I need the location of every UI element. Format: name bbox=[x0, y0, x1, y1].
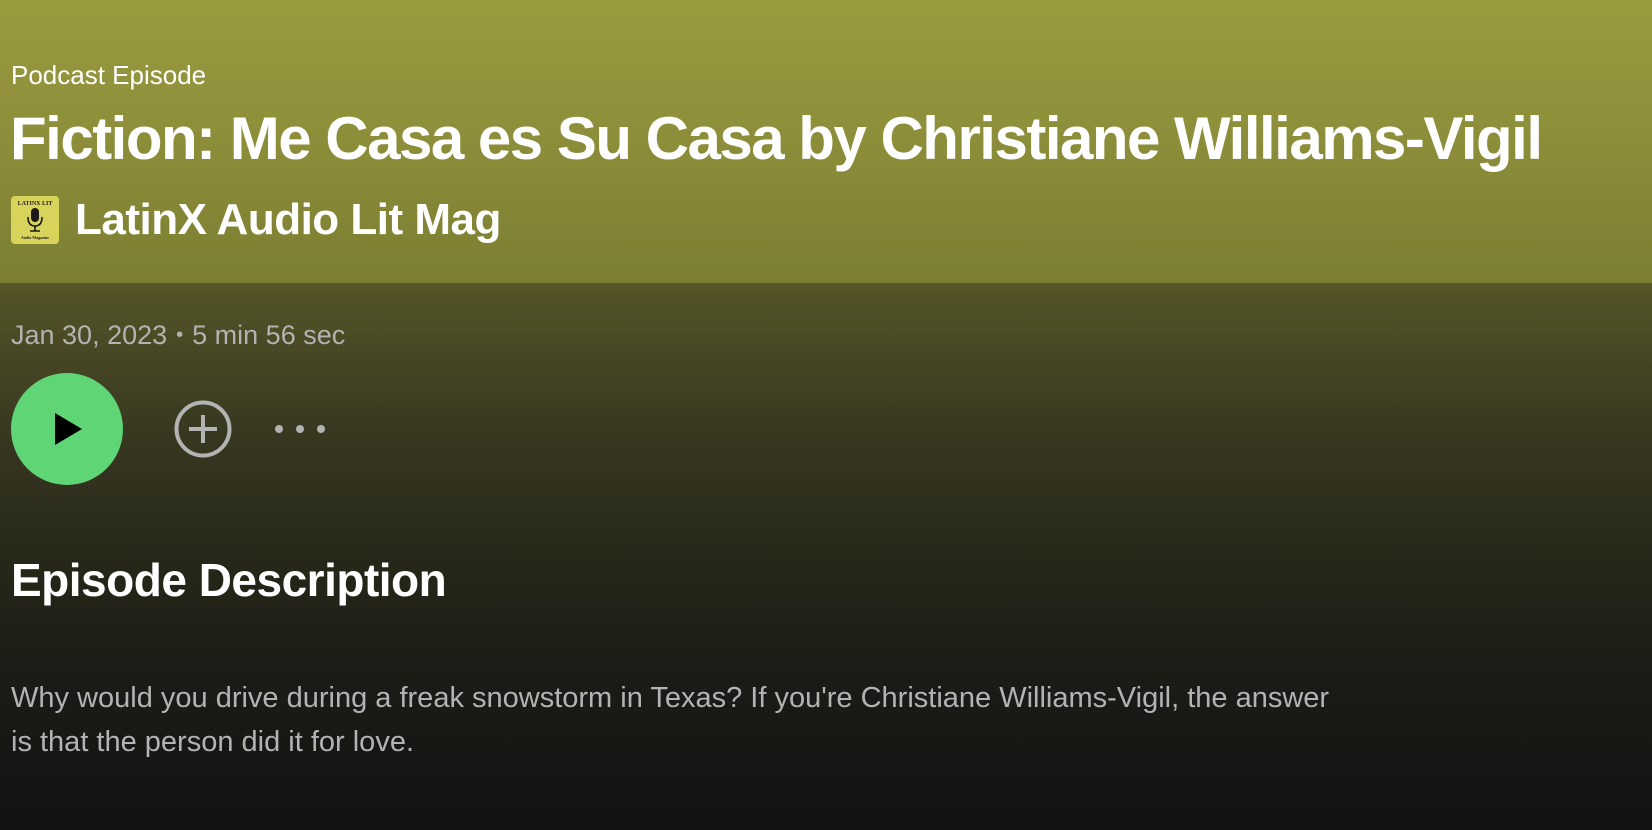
episode-type-label: Podcast Episode bbox=[11, 60, 207, 90]
more-options-button[interactable] bbox=[274, 409, 328, 449]
show-artwork: LATINX LIT Audio Magazine bbox=[11, 196, 59, 244]
episode-title: Fiction: Me Casa es Su Casa by Christian… bbox=[10, 105, 1543, 172]
play-button[interactable] bbox=[11, 373, 123, 485]
episode-duration: 5 min 56 sec bbox=[192, 320, 346, 350]
show-art-bottom-text: Audio Magazine bbox=[21, 235, 49, 240]
episode-description: Why would you drive during a freak snows… bbox=[11, 682, 1330, 758]
episode-date: Jan 30, 2023 bbox=[11, 320, 168, 350]
show-link[interactable]: LATINX LIT Audio Magazine LatinX Audio L… bbox=[11, 195, 501, 245]
show-art-top-text: LATINX LIT bbox=[18, 201, 53, 207]
more-horizontal-icon bbox=[275, 425, 325, 433]
episode-meta: Jan 30, 2023 • 5 min 56 sec bbox=[11, 320, 345, 351]
show-name[interactable]: LatinX Audio Lit Mag bbox=[75, 195, 501, 245]
plus-circle-icon bbox=[174, 400, 232, 458]
description-heading: Episode Description bbox=[11, 554, 447, 606]
microphone-icon bbox=[27, 208, 43, 232]
add-to-library-button[interactable] bbox=[174, 400, 232, 458]
episode-page: Podcast Episode Fiction: Me Casa es Su C… bbox=[0, 0, 1652, 830]
play-icon bbox=[55, 413, 82, 445]
action-bar bbox=[11, 373, 328, 485]
meta-separator: • bbox=[176, 324, 184, 346]
